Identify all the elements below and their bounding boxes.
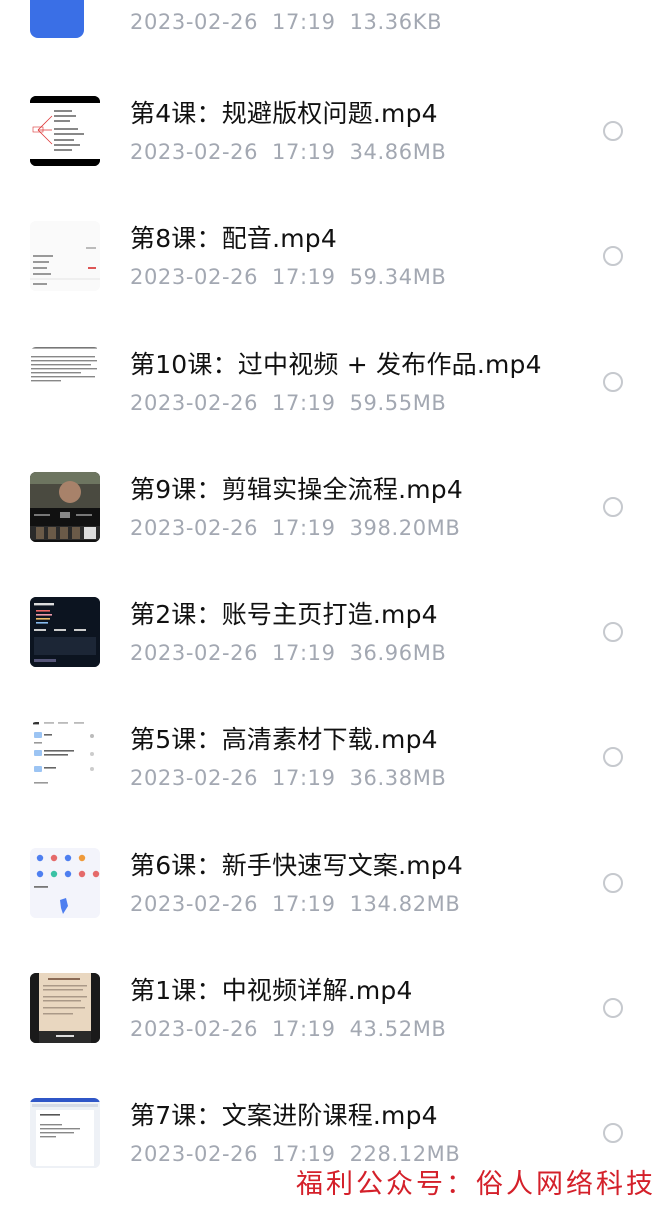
video-editor-thumbnail bbox=[30, 472, 100, 542]
select-radio[interactable] bbox=[603, 246, 623, 266]
file-date: 2023-02-26 bbox=[130, 1142, 259, 1166]
file-row[interactable]: 第8课：配音.mp4 2023-02-26 17:19 59.34MB bbox=[0, 221, 664, 346]
file-name: 第9课：剪辑实操全流程.mp4 bbox=[130, 475, 463, 504]
select-radio[interactable] bbox=[603, 873, 623, 893]
file-date: 2023-02-26 bbox=[130, 1017, 259, 1041]
file-row[interactable]: 第6课：新手快速写文案.mp4 2023-02-26 17:19 134.82MB bbox=[0, 848, 664, 973]
app-grid-thumbnail bbox=[30, 848, 100, 918]
file-date: 2023-02-26 bbox=[130, 892, 259, 916]
file-meta: 2023-02-26 17:19 36.38MB bbox=[130, 766, 460, 790]
file-time: 17:19 bbox=[272, 641, 336, 665]
select-radio[interactable] bbox=[603, 622, 623, 642]
file-name: 第8课：配音.mp4 bbox=[130, 224, 337, 253]
file-row[interactable]: 第4课：规避版权问题.mp4 2023-02-26 17:19 34.86MB bbox=[0, 96, 664, 221]
file-time: 17:19 bbox=[272, 391, 336, 415]
file-row[interactable]: 第5课：高清素材下载.mp4 2023-02-26 17:19 36.38MB bbox=[0, 722, 664, 847]
file-row[interactable]: 第10课：过中视频 + 发布作品.mp4 2023-02-26 17:19 59.5… bbox=[0, 347, 664, 472]
document-editor-thumbnail bbox=[30, 1098, 100, 1168]
file-time: 17:19 bbox=[272, 140, 336, 164]
file-size: 34.86MB bbox=[349, 140, 447, 164]
file-name: 第4课：规避版权问题.mp4 bbox=[130, 99, 438, 128]
select-radio[interactable] bbox=[603, 121, 623, 141]
dark-profile-thumbnail bbox=[30, 597, 100, 667]
file-meta: 2023-02-26 17:19 34.86MB bbox=[130, 140, 460, 164]
watermark-text: 福利公众号：俗人网络科技 bbox=[296, 1169, 656, 1200]
file-name: 第1课：中视频详解.mp4 bbox=[130, 976, 413, 1005]
file-meta: 2023-02-26 17:19 59.34MB bbox=[130, 265, 460, 289]
file-meta: 2023-02-26 17:19 43.52MB bbox=[130, 1017, 460, 1041]
file-meta: 2023-02-26 17:19 59.55MB bbox=[130, 391, 460, 415]
file-size: 398.20MB bbox=[349, 516, 461, 540]
mindmap-thumbnail bbox=[30, 96, 100, 166]
select-radio[interactable] bbox=[603, 1123, 623, 1143]
file-date: 2023-02-26 bbox=[130, 516, 259, 540]
settings-screen-thumbnail bbox=[30, 221, 100, 291]
file-meta: 2023-02-26 17:19 134.82MB bbox=[130, 892, 474, 916]
text-document-thumbnail bbox=[30, 347, 100, 417]
file-name: 第6课：新手快速写文案.mp4 bbox=[130, 851, 463, 880]
file-meta: 2023-02-26 17:19 36.96MB bbox=[130, 641, 460, 665]
file-time: 17:19 bbox=[272, 265, 336, 289]
file-size: 36.38MB bbox=[349, 766, 447, 790]
select-radio[interactable] bbox=[603, 747, 623, 767]
file-row[interactable]: 第7课：文案进阶课程.mp4 2023-02-26 17:19 228.12MB bbox=[0, 1098, 664, 1223]
file-size: 43.52MB bbox=[349, 1017, 447, 1041]
file-size: 13.36KB bbox=[349, 10, 443, 34]
file-meta: 2023-02-26 17:19 13.36KB bbox=[130, 10, 456, 34]
select-radio[interactable] bbox=[603, 998, 623, 1018]
file-time: 17:19 bbox=[272, 766, 336, 790]
select-radio[interactable] bbox=[603, 497, 623, 517]
file-date: 2023-02-26 bbox=[130, 265, 259, 289]
file-row[interactable]: 第9课：剪辑实操全流程.mp4 2023-02-26 17:19 398.20MB bbox=[0, 472, 664, 597]
file-date: 2023-02-26 bbox=[130, 391, 259, 415]
file-name: 第10课：过中视频 + 发布作品.mp4 bbox=[130, 350, 542, 379]
file-date: 2023-02-26 bbox=[130, 641, 259, 665]
file-name: 第2课：账号主页打造.mp4 bbox=[130, 600, 438, 629]
select-radio[interactable] bbox=[603, 372, 623, 392]
phone-screen-thumbnail bbox=[30, 973, 100, 1043]
file-row[interactable]: 第2课：账号主页打造.mp4 2023-02-26 17:19 36.96MB bbox=[0, 597, 664, 722]
file-date: 2023-02-26 bbox=[130, 10, 259, 34]
cloud-drive-thumbnail bbox=[30, 722, 100, 792]
file-date: 2023-02-26 bbox=[130, 766, 259, 790]
file-date: 2023-02-26 bbox=[130, 140, 259, 164]
file-thumbnail bbox=[30, 0, 84, 38]
file-size: 59.34MB bbox=[349, 265, 447, 289]
file-time: 17:19 bbox=[272, 10, 336, 34]
file-size: 134.82MB bbox=[349, 892, 461, 916]
file-time: 17:19 bbox=[272, 892, 336, 916]
file-row[interactable]: 第1课：中视频详解.mp4 2023-02-26 17:19 43.52MB bbox=[0, 973, 664, 1098]
file-time: 17:19 bbox=[272, 1017, 336, 1041]
file-meta: 2023-02-26 17:19 398.20MB bbox=[130, 516, 474, 540]
file-size: 59.55MB bbox=[349, 391, 447, 415]
file-name: 第7课：文案进阶课程.mp4 bbox=[130, 1101, 438, 1130]
file-name: 第5课：高清素材下载.mp4 bbox=[130, 725, 438, 754]
file-list: 2023-02-26 17:19 13.36KB 第4课：规避版权问题.mp4 … bbox=[0, 0, 664, 1200]
file-time: 17:19 bbox=[272, 516, 336, 540]
file-size: 36.96MB bbox=[349, 641, 447, 665]
